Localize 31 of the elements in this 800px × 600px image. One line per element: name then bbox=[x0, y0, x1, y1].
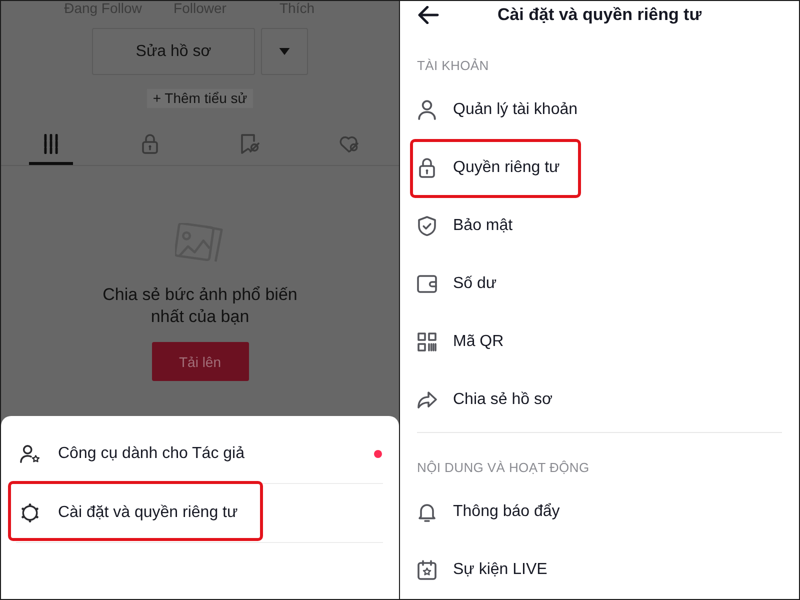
settings-item[interactable]: Mã QR bbox=[400, 313, 799, 371]
back-button[interactable] bbox=[417, 4, 439, 24]
settings-item[interactable]: Quyền riêng tư bbox=[400, 139, 799, 197]
menu-item[interactable]: Công cụ dành cho Tác giả bbox=[1, 425, 399, 483]
settings-item[interactable]: Chia sẻ hồ sơ bbox=[400, 371, 799, 429]
shield-check-icon bbox=[417, 216, 437, 236]
menu-item[interactable]: Cài đặt và quyền riêng tư bbox=[1, 484, 399, 542]
lock-icon bbox=[417, 158, 437, 178]
person-star-icon bbox=[20, 444, 40, 464]
settings-item[interactable]: Số dư bbox=[400, 255, 799, 313]
person-icon bbox=[417, 100, 437, 120]
heart-hidden-icon bbox=[339, 134, 360, 154]
share-icon bbox=[417, 390, 437, 410]
caret-icon bbox=[279, 48, 290, 55]
dropdown-button[interactable] bbox=[261, 28, 308, 75]
page-title: Cài đặt và quyền riêng tư bbox=[496, 4, 703, 24]
section-heading: TÀI KHOẢN bbox=[417, 58, 489, 74]
empty-state-message: Chia sẻ bức ảnh phổ biến nhất của bạn bbox=[102, 284, 298, 328]
settings-item[interactable]: Thông báo đẩy bbox=[400, 483, 799, 541]
section-heading: NỘI DUNG VÀ HOẠT ĐỘNG bbox=[417, 460, 590, 476]
back-arrow-icon bbox=[418, 6, 438, 24]
bell-icon bbox=[417, 502, 437, 522]
settings-item[interactable]: Bảo mật bbox=[400, 197, 799, 255]
settings-item[interactable]: Quản lý tài khoản bbox=[400, 81, 799, 139]
bookmark-hidden-icon bbox=[240, 134, 260, 154]
lock-icon bbox=[140, 134, 160, 154]
gear-icon bbox=[20, 503, 40, 523]
settings-item[interactable]: Sự kiện LIVE bbox=[400, 541, 799, 599]
wallet-icon bbox=[417, 274, 437, 294]
add-bio-button[interactable]: + Thêm tiểu sử bbox=[146, 89, 254, 108]
qr-code-icon bbox=[417, 332, 437, 352]
